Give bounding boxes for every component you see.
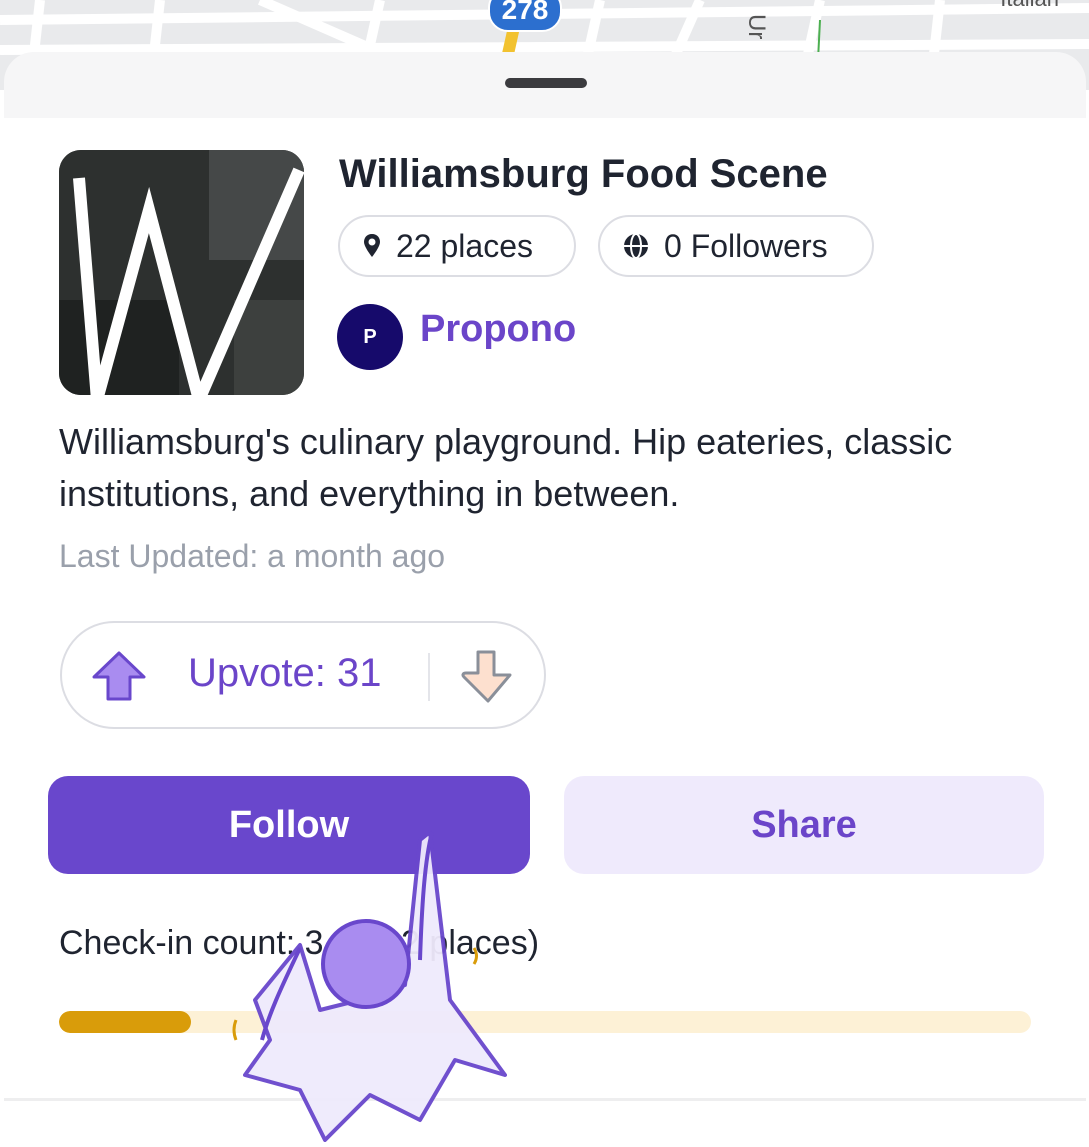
map-street-label: Ur (743, 14, 770, 40)
drag-handle[interactable] (505, 78, 587, 88)
follow-button[interactable]: Follow (48, 776, 530, 874)
creator-name-link[interactable]: Propono (420, 308, 576, 351)
checkin-count-text: Check-in count: 3 (of 22 places) (59, 924, 540, 962)
section-divider (4, 1098, 1086, 1101)
globe-icon (624, 233, 648, 259)
vote-divider (428, 653, 430, 701)
followers-count: 0 Followers (664, 227, 828, 264)
places-chip[interactable]: 22 places (338, 215, 576, 277)
upvote-button[interactable]: Upvote: 31 (188, 651, 381, 696)
followers-chip[interactable]: 0 Followers (598, 215, 874, 277)
share-button[interactable]: Share (564, 776, 1044, 874)
vote-control: Upvote: 31 (60, 621, 546, 729)
bottom-sheet: Williamsburg Food Scene 22 places 0 Foll… (4, 52, 1086, 1147)
checkin-progress-bar (59, 1011, 1031, 1033)
list-title: Williamsburg Food Scene (339, 152, 828, 196)
downvote-hand-icon[interactable] (458, 649, 516, 705)
last-updated-text: Last Updated: a month ago (59, 538, 446, 574)
places-count: 22 places (396, 227, 533, 264)
location-pin-icon (364, 234, 380, 257)
upvote-arrow-icon[interactable] (90, 650, 148, 702)
list-cover-image (59, 150, 304, 395)
list-card: Williamsburg Food Scene 22 places 0 Foll… (4, 118, 1086, 1147)
creator-avatar[interactable]: P (337, 304, 403, 370)
map-area-label: Italian (1000, 0, 1059, 12)
highway-shield: 278 (488, 0, 562, 32)
checkin-progress-fill (59, 1011, 192, 1033)
list-description: Williamsburg's culinary playground. Hip … (59, 421, 953, 514)
